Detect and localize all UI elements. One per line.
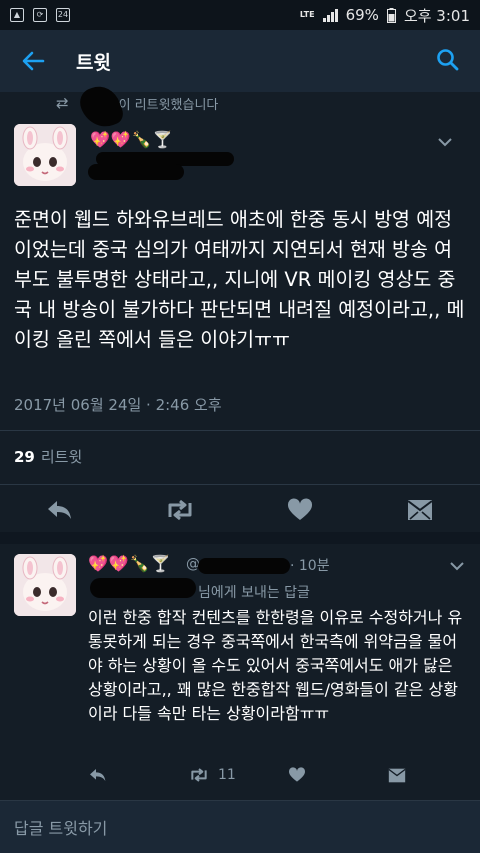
redaction-scribble: [198, 558, 290, 574]
news-notification-icon: 24: [56, 8, 70, 22]
divider: [0, 484, 480, 485]
like-heart-icon[interactable]: [280, 490, 320, 530]
redaction-scribble: [88, 164, 184, 180]
reply-text: 이런 한중 합작 컨텐츠를 한한령을 이유로 수정하거나 유통못하게 되는 경우…: [88, 608, 463, 723]
reply-icon[interactable]: [40, 490, 80, 530]
battery-percent: 69%: [345, 6, 379, 24]
reply-action-bar: 11: [88, 762, 468, 788]
retweet-count: 11: [218, 767, 236, 783]
status-bar: ▲ ⟳ 24 LTE 69% 오후 3:01: [0, 0, 480, 30]
retweet-button[interactable]: 11: [188, 767, 288, 783]
reply-timestamp: · 10분: [290, 558, 330, 574]
redaction-scribble: [90, 578, 196, 598]
status-notification-icons: ▲ ⟳ 24: [10, 8, 70, 22]
search-icon[interactable]: [434, 46, 464, 76]
avatar[interactable]: [14, 554, 76, 616]
chevron-down-icon[interactable]: [438, 132, 452, 151]
avatar[interactable]: [14, 124, 76, 186]
reply-compose-bar[interactable]: 답글 트윗하기: [0, 800, 480, 853]
back-arrow-icon[interactable]: [16, 44, 50, 78]
page-title: 트윗: [76, 51, 111, 74]
reply-input[interactable]: 답글 트윗하기: [14, 815, 107, 839]
divider: [0, 430, 480, 431]
sync-notification-icon: ⟳: [33, 8, 47, 22]
retweet-icon: ⇄: [56, 94, 69, 112]
signal-icon: [322, 8, 338, 22]
gallery-notification-icon: ▲: [10, 8, 24, 22]
battery-icon: [386, 7, 396, 23]
retweet-context-text: 이 리트윗했습니다: [118, 97, 219, 113]
retweet-count-row[interactable]: 29 리트윗: [14, 446, 82, 467]
reply-icon[interactable]: [88, 767, 188, 783]
retweet-count-label: 리트윗: [40, 448, 83, 466]
display-name[interactable]: 💖💖🍾🍸: [88, 554, 172, 573]
tweet-text: 준면이 웹드 하와유브레드 애초에 한중 동시 방영 예정이었는데 중국 심의가…: [14, 208, 465, 351]
direct-message-icon[interactable]: [388, 768, 406, 783]
network-type: LTE: [299, 10, 315, 19]
app-bar: 트윗: [0, 30, 480, 92]
section-separator: [0, 532, 480, 544]
tweet-timestamp: 2017년 06월 24일 · 2:46 오후: [14, 396, 222, 414]
retweet-icon: [191, 768, 207, 782]
reply-to-label: 님에게 보내는 답글: [198, 585, 310, 601]
tweet-action-bar: [0, 490, 480, 530]
status-system-indicators: LTE 69% 오후 3:01: [300, 5, 470, 26]
retweet-count: 29: [14, 448, 35, 466]
clock: 오후 3:01: [403, 6, 470, 25]
display-name[interactable]: 💖💖🍾🍸: [90, 130, 174, 149]
like-heart-icon[interactable]: [288, 767, 388, 783]
chevron-down-icon[interactable]: [450, 556, 464, 575]
direct-message-icon[interactable]: [400, 490, 440, 530]
retweet-icon[interactable]: [160, 490, 200, 530]
